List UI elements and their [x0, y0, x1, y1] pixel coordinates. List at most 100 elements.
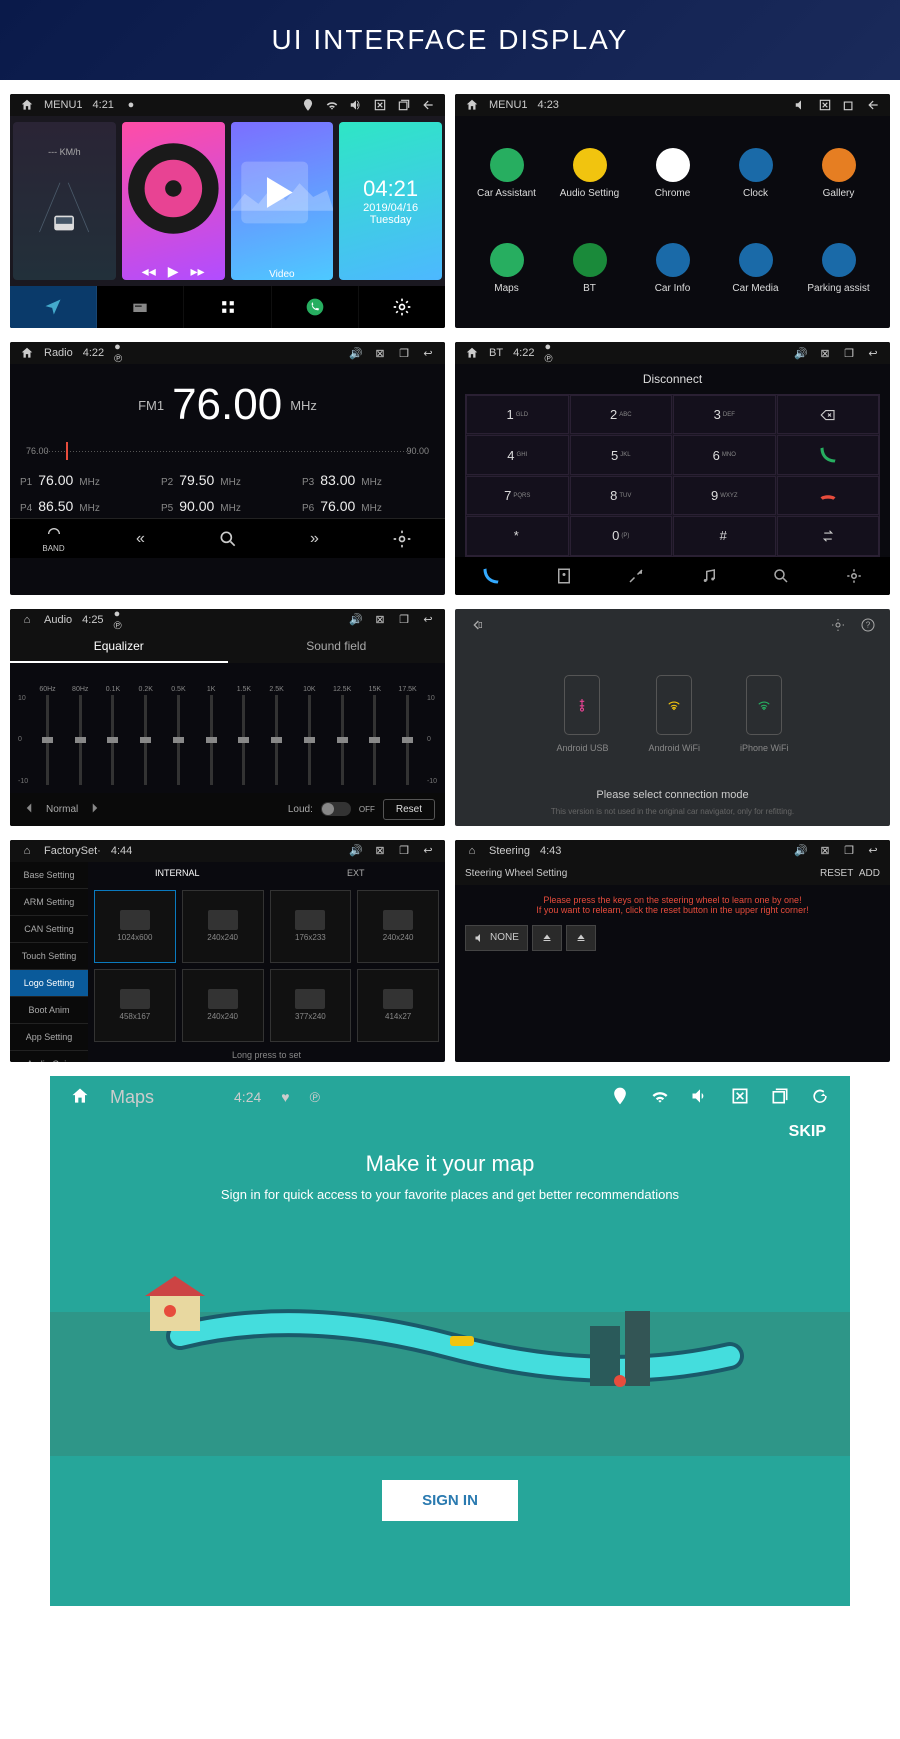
- key-#[interactable]: #: [673, 516, 776, 555]
- dock-apps[interactable]: [184, 286, 271, 328]
- close-icon[interactable]: [730, 1086, 750, 1109]
- dock-nav[interactable]: [10, 286, 97, 328]
- logo-cell[interactable]: 176x233: [270, 890, 352, 963]
- steer-add-button[interactable]: ADD: [859, 868, 880, 879]
- dock-settings[interactable]: [359, 286, 445, 328]
- back-icon[interactable]: [421, 98, 435, 112]
- end-call-key[interactable]: [777, 476, 880, 515]
- app-maps[interactable]: Maps: [465, 221, 548, 316]
- key-6[interactable]: 6MNO: [673, 435, 776, 474]
- fac-side-can-setting[interactable]: CAN Setting: [10, 916, 88, 943]
- logo-cell[interactable]: 414x27: [357, 969, 439, 1042]
- conn-back-icon[interactable]: [469, 617, 485, 638]
- back-icon[interactable]: ↩: [866, 346, 880, 360]
- preset-P1[interactable]: P176.00MHz: [20, 468, 153, 492]
- bt-phone-icon[interactable]: [455, 557, 528, 595]
- app-car-assistant[interactable]: Car Assistant: [465, 126, 548, 221]
- prev-icon[interactable]: ◂◂: [142, 263, 156, 280]
- app-gallery[interactable]: Gallery: [797, 126, 880, 221]
- backspace-key[interactable]: [777, 395, 880, 434]
- fac-side-touch-setting[interactable]: Touch Setting: [10, 943, 88, 970]
- next-icon[interactable]: ▸▸: [191, 263, 205, 280]
- eq-prev-icon[interactable]: [20, 799, 38, 820]
- eq-slider-15K[interactable]: 15K: [359, 686, 390, 785]
- home-icon[interactable]: [20, 98, 34, 112]
- logo-cell[interactable]: 240x240: [357, 890, 439, 963]
- seek-prev-icon[interactable]: «: [97, 519, 184, 558]
- recent-icon[interactable]: ❐: [842, 346, 856, 360]
- key-1[interactable]: 1GLD: [466, 395, 569, 434]
- close-icon[interactable]: ⊠: [373, 346, 387, 360]
- app-chrome[interactable]: Chrome: [631, 126, 714, 221]
- eq-slider-17.5K[interactable]: 17.5K: [392, 686, 423, 785]
- fac-side-base-setting[interactable]: Base Setting: [10, 862, 88, 889]
- app-audio-setting[interactable]: Audio Setting: [548, 126, 631, 221]
- logo-cell[interactable]: 377x240: [270, 969, 352, 1042]
- key-9[interactable]: 9WXYZ: [673, 476, 776, 515]
- eq-slider-0.1K[interactable]: 0.1K: [98, 686, 129, 785]
- recent-icon[interactable]: [397, 98, 411, 112]
- conn-settings-icon[interactable]: [830, 617, 846, 638]
- bt-music-icon[interactable]: [673, 557, 746, 595]
- key-0[interactable]: 0(P): [570, 516, 673, 555]
- bt-contacts-icon[interactable]: [528, 557, 601, 595]
- home-icon[interactable]: [70, 1086, 90, 1109]
- key-7[interactable]: 7PQRS: [466, 476, 569, 515]
- key-4[interactable]: 4GHI: [466, 435, 569, 474]
- key-8[interactable]: 8TUV: [570, 476, 673, 515]
- music-card[interactable]: ◂◂ ▶ ▸▸: [122, 122, 225, 280]
- logo-cell[interactable]: 458x167: [94, 969, 176, 1042]
- preset-P4[interactable]: P486.50MHz: [20, 494, 153, 518]
- recent-icon[interactable]: ❐: [397, 346, 411, 360]
- close-icon[interactable]: [373, 98, 387, 112]
- home-icon[interactable]: ⌂: [465, 844, 479, 858]
- key-*[interactable]: *: [466, 516, 569, 555]
- eq-slider-0.5K[interactable]: 0.5K: [163, 686, 194, 785]
- fac-side-boot-anim[interactable]: Boot Anim: [10, 997, 88, 1024]
- fac-side-logo-setting[interactable]: Logo Setting: [10, 970, 88, 997]
- tab-soundfield[interactable]: Sound field: [228, 631, 446, 663]
- fac-side-audio-gain-setting[interactable]: Audio Gain Setting: [10, 1051, 88, 1062]
- preset-P6[interactable]: P676.00MHz: [302, 494, 435, 518]
- close-icon[interactable]: [818, 98, 832, 112]
- video-card[interactable]: Video: [231, 122, 334, 280]
- band-button[interactable]: BAND: [10, 519, 97, 558]
- volume-icon[interactable]: [349, 98, 363, 112]
- key-3[interactable]: 3DEF: [673, 395, 776, 434]
- back-icon[interactable]: [866, 98, 880, 112]
- skip-button[interactable]: SKIP: [50, 1119, 850, 1145]
- app-bt[interactable]: BT: [548, 221, 631, 316]
- logo-cell[interactable]: 240x240: [182, 969, 264, 1042]
- home-icon[interactable]: [465, 98, 479, 112]
- settings-icon[interactable]: [358, 519, 445, 558]
- recent-icon[interactable]: [770, 1086, 790, 1109]
- eq-slider-80Hz[interactable]: 80Hz: [65, 686, 96, 785]
- eq-slider-0.2K[interactable]: 0.2K: [130, 686, 161, 785]
- eq-slider-10K[interactable]: 10K: [294, 686, 325, 785]
- eq-slider-12.5K[interactable]: 12.5K: [327, 686, 358, 785]
- seek-next-icon[interactable]: »: [271, 519, 358, 558]
- search-icon[interactable]: [184, 519, 271, 558]
- eq-slider-1K[interactable]: 1K: [196, 686, 227, 785]
- steer-eject-button-2[interactable]: [566, 925, 596, 951]
- call-key[interactable]: [777, 435, 880, 474]
- signin-button[interactable]: SIGN IN: [382, 1480, 518, 1521]
- volume-icon[interactable]: [690, 1086, 710, 1109]
- volume-icon[interactable]: [794, 98, 808, 112]
- swap-key[interactable]: [777, 516, 880, 555]
- eq-slider-60Hz[interactable]: 60Hz: [32, 686, 63, 785]
- volume-icon[interactable]: 🔊: [349, 346, 363, 360]
- play-icon[interactable]: ▶: [168, 263, 179, 280]
- tab-internal[interactable]: INTERNAL: [88, 862, 267, 884]
- app-car-media[interactable]: Car Media: [714, 221, 797, 316]
- logo-cell[interactable]: 240x240: [182, 890, 264, 963]
- app-clock[interactable]: Clock: [714, 126, 797, 221]
- logo-cell[interactable]: 1024x600: [94, 890, 176, 963]
- eq-next-icon[interactable]: [86, 799, 104, 820]
- home-icon[interactable]: [465, 346, 479, 360]
- volume-icon[interactable]: 🔊: [794, 346, 808, 360]
- eq-loud-toggle[interactable]: [321, 802, 351, 816]
- bt-search-icon[interactable]: [745, 557, 818, 595]
- tab-equalizer[interactable]: Equalizer: [10, 631, 228, 663]
- preset-P2[interactable]: P279.50MHz: [161, 468, 294, 492]
